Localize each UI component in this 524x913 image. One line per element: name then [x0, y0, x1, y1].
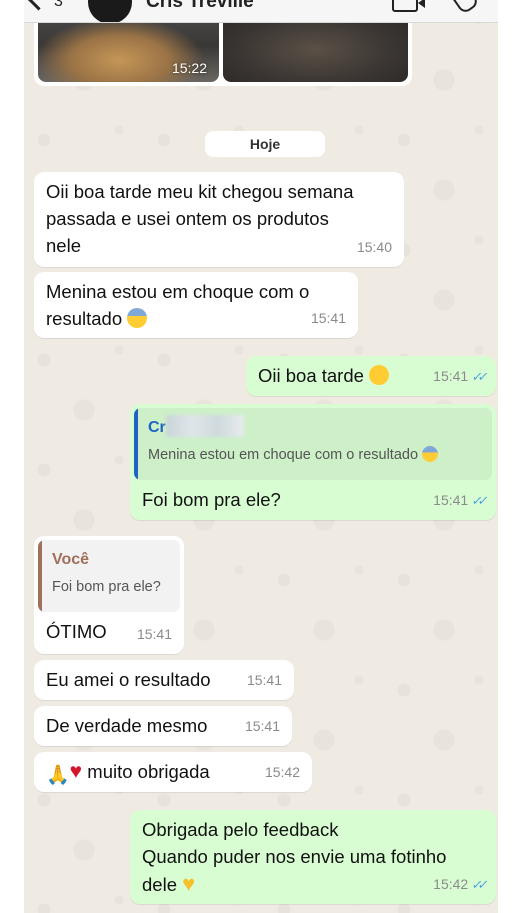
yellow-heart-emoji: ♥ [182, 871, 196, 896]
message-text: 🙏♥ muito obrigada [46, 758, 210, 789]
message-time: 15:22 [171, 60, 207, 76]
quote-bar [38, 540, 42, 612]
message-time: 15:40 [356, 239, 392, 255]
message-time: 15:41 ✓✓ [433, 487, 486, 514]
fearful-face-emoji [127, 308, 148, 328]
grinning-face-emoji [369, 365, 390, 385]
incoming-message[interactable]: 🙏♥ muito obrigada 15:42 [34, 752, 312, 792]
read-receipt-icon: ✓✓ [470, 877, 486, 892]
message-text: Oii boa tarde [258, 362, 390, 389]
quote-author: Você [52, 551, 90, 568]
date-separator: Hoje [205, 131, 325, 157]
message-text: De verdade mesmo [46, 715, 208, 736]
message-time: 15:41 [310, 310, 346, 326]
chat-screen: 3 Cris Treville 15:22 Hoje Oii boa tarde… [24, 0, 498, 913]
incoming-message[interactable]: De verdade mesmo 15:41 [34, 706, 292, 746]
outgoing-reply-message[interactable]: Cr Menina estou em choque com o resultad… [130, 404, 496, 520]
redacted-name [165, 415, 244, 437]
video-call-icon[interactable] [392, 0, 425, 12]
chat-header: 3 Cris Treville [24, 0, 498, 23]
message-text: ÓTIMO [46, 621, 107, 642]
contact-name[interactable]: Cris Treville [146, 0, 254, 13]
contact-avatar[interactable] [88, 0, 132, 22]
message-time: 15:42 ✓✓ [433, 871, 486, 898]
quote-author: Cr [148, 414, 244, 441]
message-text: Obrigada pelo feedback Quando puder nos … [142, 819, 447, 896]
message-text: Eu amei o resultado [46, 669, 211, 690]
read-receipt-icon: ✓✓ [470, 369, 486, 384]
quote-bar [134, 408, 138, 480]
fearful-face-emoji [422, 446, 439, 462]
phone-call-icon[interactable] [452, 0, 480, 15]
message-time: 15:41 ✓✓ [433, 363, 486, 390]
back-arrow-icon[interactable] [26, 0, 51, 11]
read-receipt-icon: ✓✓ [470, 493, 486, 508]
message-time: 15:42 [264, 764, 300, 780]
quoted-message[interactable]: Cr Menina estou em choque com o resultad… [134, 408, 492, 480]
message-text: Foi bom pra ele? [142, 489, 281, 510]
quoted-message[interactable]: Você Foi bom pra ele? [38, 540, 180, 612]
message-text: Oii boa tarde meu kit chegou semana pass… [46, 181, 354, 256]
message-time: 15:41 [136, 626, 172, 642]
unread-count[interactable]: 3 [54, 0, 63, 11]
quote-text: Menina estou em choque com o resultado [148, 442, 439, 469]
message-time: 15:41 [244, 718, 280, 734]
quote-text: Foi bom pra ele? [52, 579, 161, 595]
message-text: Menina estou em choque com o resultado [46, 281, 310, 329]
incoming-reply-message[interactable]: Você Foi bom pra ele? ÓTIMO 15:41 [34, 536, 184, 654]
outgoing-message[interactable]: Obrigada pelo feedback Quando puder nos … [130, 810, 496, 904]
incoming-message[interactable]: Eu amei o resultado 15:41 [34, 660, 294, 700]
folded-hands-emoji: 🙏 [46, 765, 70, 786]
incoming-message[interactable]: Oii boa tarde meu kit chegou semana pass… [34, 172, 404, 267]
red-heart-emoji: ♥ [69, 760, 83, 783]
outgoing-message[interactable]: Oii boa tarde 15:41 ✓✓ [246, 356, 496, 396]
message-time: 15:41 [246, 672, 282, 688]
incoming-message[interactable]: Menina estou em choque com o resultado 1… [34, 272, 358, 338]
